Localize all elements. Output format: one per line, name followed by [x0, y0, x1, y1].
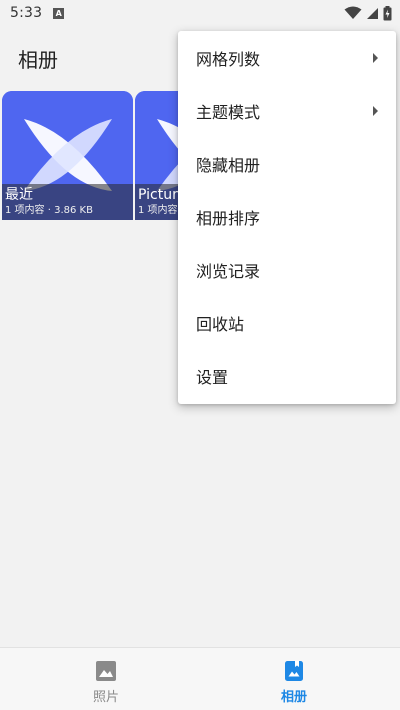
nav-item-photos[interactable]: 照片	[46, 648, 166, 710]
status-icons	[344, 5, 392, 21]
nav-item-albums[interactable]: 相册	[234, 648, 354, 710]
menu-item-album-sort[interactable]: 相册排序	[178, 190, 396, 243]
menu-item-label: 浏览记录	[196, 261, 261, 281]
nav-label-photos: 照片	[92, 690, 119, 705]
menu-item-browse-history[interactable]: 浏览记录	[178, 243, 396, 296]
image-icon	[96, 661, 116, 681]
nav-label-albums: 相册	[280, 690, 307, 705]
menu-item-label: 隐藏相册	[196, 155, 261, 175]
menu-item-grid-columns[interactable]: 网格列数	[178, 31, 396, 84]
menu-item-settings[interactable]: 设置	[178, 349, 396, 402]
album-info: 最近 1 项内容 · 3.86 KB	[2, 184, 133, 220]
album-meta: 1 项内容 · 3.86 KB	[5, 205, 93, 216]
submenu-arrow-icon	[373, 105, 378, 116]
notification-icon: A	[53, 7, 65, 19]
menu-item-label: 相册排序	[196, 208, 261, 228]
menu-item-label: 网格列数	[196, 49, 261, 69]
submenu-arrow-icon	[373, 52, 378, 63]
bottom-navigation: 照片 相册	[0, 647, 400, 710]
album-name: 最近	[5, 187, 33, 203]
menu-item-hidden-albums[interactable]: 隐藏相册	[178, 137, 396, 190]
battery-charging-icon	[383, 5, 392, 20]
menu-item-label: 设置	[196, 367, 229, 387]
menu-item-recycle-bin[interactable]: 回收站	[178, 296, 396, 349]
menu-item-theme-mode[interactable]: 主题模式	[178, 84, 396, 137]
status-bar: 5:33 A	[0, 0, 400, 26]
status-time: 5:33	[10, 5, 43, 21]
page-title: 相册	[18, 48, 58, 72]
menu-item-label: 主题模式	[196, 102, 261, 122]
menu-item-label: 回收站	[196, 314, 245, 334]
album-icon	[285, 661, 303, 681]
signal-icon	[367, 7, 378, 19]
album-card[interactable]: 最近 1 项内容 · 3.86 KB	[2, 91, 133, 220]
overflow-menu: 网格列数 主题模式 隐藏相册 相册排序 浏览记录 回收站 设置	[178, 31, 396, 404]
wifi-icon	[344, 6, 362, 19]
